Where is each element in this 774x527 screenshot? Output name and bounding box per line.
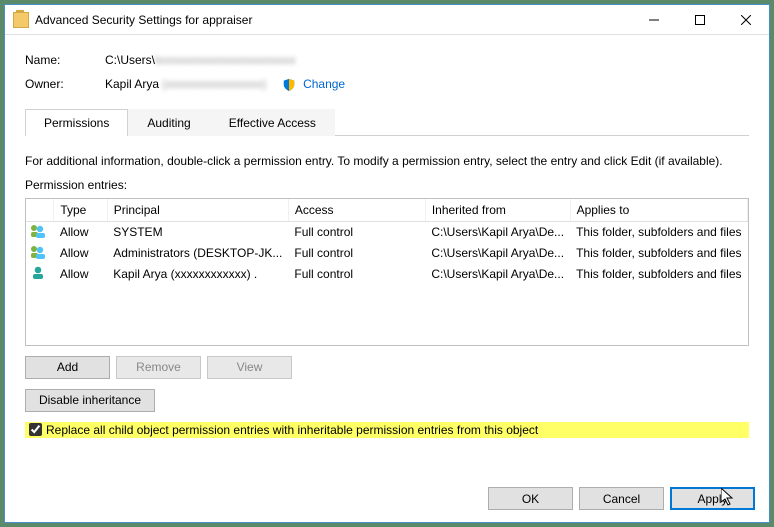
row-applies: This folder, subfolders and files — [570, 264, 747, 285]
owner-label: Owner: — [25, 77, 105, 91]
name-value: C:\Users\lxxxxxxxxxxxxxxxxxxxxxxx — [105, 53, 296, 67]
maximize-button[interactable] — [677, 5, 723, 34]
tab-effective-access[interactable]: Effective Access — [210, 109, 335, 136]
row-applies: This folder, subfolders and files — [570, 243, 747, 264]
principal-icon — [30, 266, 46, 280]
col-applies[interactable]: Applies to — [570, 199, 747, 222]
tabs: Permissions Auditing Effective Access — [25, 108, 749, 136]
replace-child-label: Replace all child object permission entr… — [46, 423, 538, 437]
advanced-security-window: Advanced Security Settings for appraiser… — [4, 4, 770, 523]
apply-button[interactable]: Apply — [670, 487, 755, 510]
disable-inheritance-button[interactable]: Disable inheritance — [25, 389, 155, 412]
window-controls — [631, 5, 769, 34]
col-principal[interactable]: Principal — [107, 199, 288, 222]
row-inherited: C:\Users\Kapil Arya\De... — [425, 264, 570, 285]
close-button[interactable] — [723, 5, 769, 34]
add-button[interactable]: Add — [25, 356, 110, 379]
tab-permissions[interactable]: Permissions — [25, 109, 128, 136]
name-label: Name: — [25, 53, 105, 67]
table-header-row: Type Principal Access Inherited from App… — [26, 199, 748, 222]
row-principal: Administrators (DESKTOP-JK... — [107, 243, 288, 264]
inheritance-buttons: Disable inheritance — [25, 389, 749, 412]
table-row[interactable]: AllowSYSTEMFull controlC:\Users\Kapil Ar… — [26, 221, 748, 243]
shield-icon — [282, 78, 296, 92]
row-icon-cell — [26, 221, 54, 243]
row-access: Full control — [288, 221, 425, 243]
principal-icon — [30, 245, 46, 259]
principal-icon — [30, 224, 46, 238]
table-row[interactable]: AllowAdministrators (DESKTOP-JK...Full c… — [26, 243, 748, 264]
window-title: Advanced Security Settings for appraiser — [35, 13, 631, 27]
row-type: Allow — [54, 221, 107, 243]
titlebar[interactable]: Advanced Security Settings for appraiser — [5, 5, 769, 35]
replace-child-checkbox[interactable] — [29, 423, 42, 436]
replace-child-checkbox-row[interactable]: Replace all child object permission entr… — [25, 422, 749, 438]
remove-button: Remove — [116, 356, 201, 379]
dialog-footer: OK Cancel Apply — [5, 479, 769, 522]
entry-buttons: Add Remove View — [25, 356, 749, 379]
content-area: Name: C:\Users\lxxxxxxxxxxxxxxxxxxxxxxx … — [5, 35, 769, 479]
view-button: View — [207, 356, 292, 379]
row-access: Full control — [288, 264, 425, 285]
row-type: Allow — [54, 243, 107, 264]
folder-icon — [13, 12, 29, 28]
row-applies: This folder, subfolders and files — [570, 221, 747, 243]
minimize-button[interactable] — [631, 5, 677, 34]
permission-entries-table[interactable]: Type Principal Access Inherited from App… — [25, 198, 749, 346]
name-row: Name: C:\Users\lxxxxxxxxxxxxxxxxxxxxxxx — [25, 53, 749, 67]
table-row[interactable]: AllowKapil Arya (xxxxxxxxxxxx) .Full con… — [26, 264, 748, 285]
col-inherited[interactable]: Inherited from — [425, 199, 570, 222]
col-icon[interactable] — [26, 199, 54, 222]
row-icon-cell — [26, 243, 54, 264]
permission-entries-label: Permission entries: — [25, 178, 749, 192]
change-owner-link[interactable]: Change — [303, 77, 345, 91]
owner-value: Kapil Arya (xxxxxxxxxxxxxxxx) Change — [105, 77, 345, 92]
row-icon-cell — [26, 264, 54, 285]
ok-button[interactable]: OK — [488, 487, 573, 510]
tab-auditing[interactable]: Auditing — [128, 109, 209, 136]
info-text: For additional information, double-click… — [25, 154, 749, 168]
col-access[interactable]: Access — [288, 199, 425, 222]
row-type: Allow — [54, 264, 107, 285]
row-principal: Kapil Arya (xxxxxxxxxxxx) . — [107, 264, 288, 285]
cancel-button[interactable]: Cancel — [579, 487, 664, 510]
row-inherited: C:\Users\Kapil Arya\De... — [425, 221, 570, 243]
row-principal: SYSTEM — [107, 221, 288, 243]
row-inherited: C:\Users\Kapil Arya\De... — [425, 243, 570, 264]
owner-row: Owner: Kapil Arya (xxxxxxxxxxxxxxxx) Cha… — [25, 77, 749, 92]
col-type[interactable]: Type — [54, 199, 107, 222]
row-access: Full control — [288, 243, 425, 264]
